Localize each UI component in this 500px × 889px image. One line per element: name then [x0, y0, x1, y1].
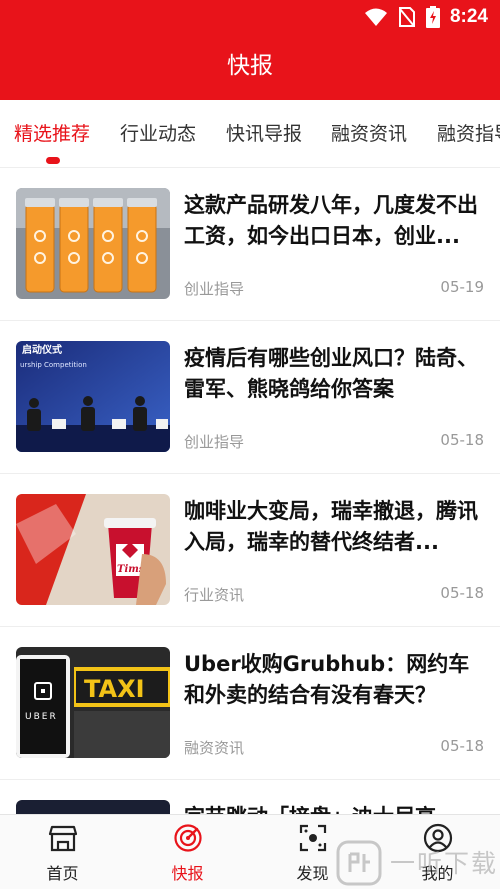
news-category: 创业指导: [184, 433, 245, 451]
image-caption: 启动仪式: [22, 343, 62, 356]
discover-icon: [299, 824, 327, 852]
image-caption: TAXI: [84, 675, 145, 703]
news-category: 创业指导: [184, 280, 245, 298]
page-title: 快报: [227, 53, 273, 79]
news-date: 05-18: [440, 737, 484, 755]
no-sim-icon: [398, 7, 415, 27]
tab-industry-news[interactable]: 行业动态: [120, 120, 196, 148]
status-icons: 8:24: [364, 5, 488, 29]
watermark-logo: [336, 840, 382, 886]
news-item[interactable]: 字节跳动「接盘」迪士尼高...: [0, 780, 500, 814]
news-list: 这款产品研发八年，几度发不出工资，如今出口日本，创业... 创业指导 05-19…: [0, 168, 500, 814]
home-icon: [48, 825, 78, 852]
news-title[interactable]: 字节跳动「接盘」迪士尼高...: [184, 802, 484, 814]
nav-bulletin[interactable]: 快报: [125, 815, 250, 889]
category-tabs: 精选推荐 行业动态 快讯导报 融资资讯 融资指导: [0, 100, 500, 168]
image-subcaption: UBER: [25, 712, 58, 722]
news-thumbnail: TAXI UBER: [16, 647, 170, 758]
news-date: 05-18: [440, 584, 484, 602]
wifi-icon: [364, 8, 387, 26]
news-category: 行业资讯: [184, 586, 245, 604]
battery-charging-icon: [425, 6, 440, 28]
news-item[interactable]: TAXI UBER Uber收购Grubhub：网约车和外卖的结合有没有春天？ …: [0, 627, 500, 780]
news-item[interactable]: 启动仪式 urship Competition 疫情后有哪些创业风口？陆奇、雷军…: [0, 321, 500, 474]
watermark-text: 一听下载: [390, 849, 499, 878]
image-subcaption: urship Competition: [20, 361, 87, 369]
news-thumbnail: Tims: [16, 494, 170, 605]
nav-label: 快报: [171, 864, 204, 883]
news-date: 05-19: [440, 278, 484, 296]
news-thumbnail: [16, 188, 170, 299]
news-item[interactable]: 这款产品研发八年，几度发不出工资，如今出口日本，创业... 创业指导 05-19: [0, 168, 500, 321]
news-title[interactable]: Uber收购Grubhub：网约车和外卖的结合有没有春天？: [184, 649, 484, 711]
nav-label: 首页: [46, 864, 79, 883]
status-time: 8:24: [449, 6, 488, 27]
tab-financing-guide[interactable]: 融资指导: [437, 120, 500, 148]
news-title[interactable]: 咖啡业大变局，瑞幸撤退，腾讯入局，瑞幸的替代终结者...: [184, 496, 484, 558]
tab-flash-news[interactable]: 快讯导报: [226, 120, 302, 148]
news-title[interactable]: 疫情后有哪些创业风口？陆奇、雷军、熊晓鸽给你答案: [184, 343, 484, 405]
bulletin-icon: [174, 824, 202, 852]
news-date: 05-18: [440, 431, 484, 449]
app-header: 8:24 快报: [0, 0, 500, 100]
active-tab-indicator: [46, 157, 60, 164]
status-bar: 8:24: [0, 0, 500, 34]
nav-home[interactable]: 首页: [0, 815, 125, 889]
tab-featured[interactable]: 精选推荐: [14, 120, 90, 148]
news-category: 融资资讯: [184, 739, 245, 757]
news-title[interactable]: 这款产品研发八年，几度发不出工资，如今出口日本，创业...: [184, 190, 484, 252]
news-thumbnail: [16, 800, 170, 814]
watermark: 一听下载: [336, 840, 500, 886]
news-item[interactable]: Tims 咖啡业大变局，瑞幸撤退，腾讯入局，瑞幸的替代终结者... 行业资讯 0…: [0, 474, 500, 627]
news-thumbnail: 启动仪式 urship Competition: [16, 341, 170, 452]
tab-financing-news[interactable]: 融资资讯: [331, 120, 407, 148]
